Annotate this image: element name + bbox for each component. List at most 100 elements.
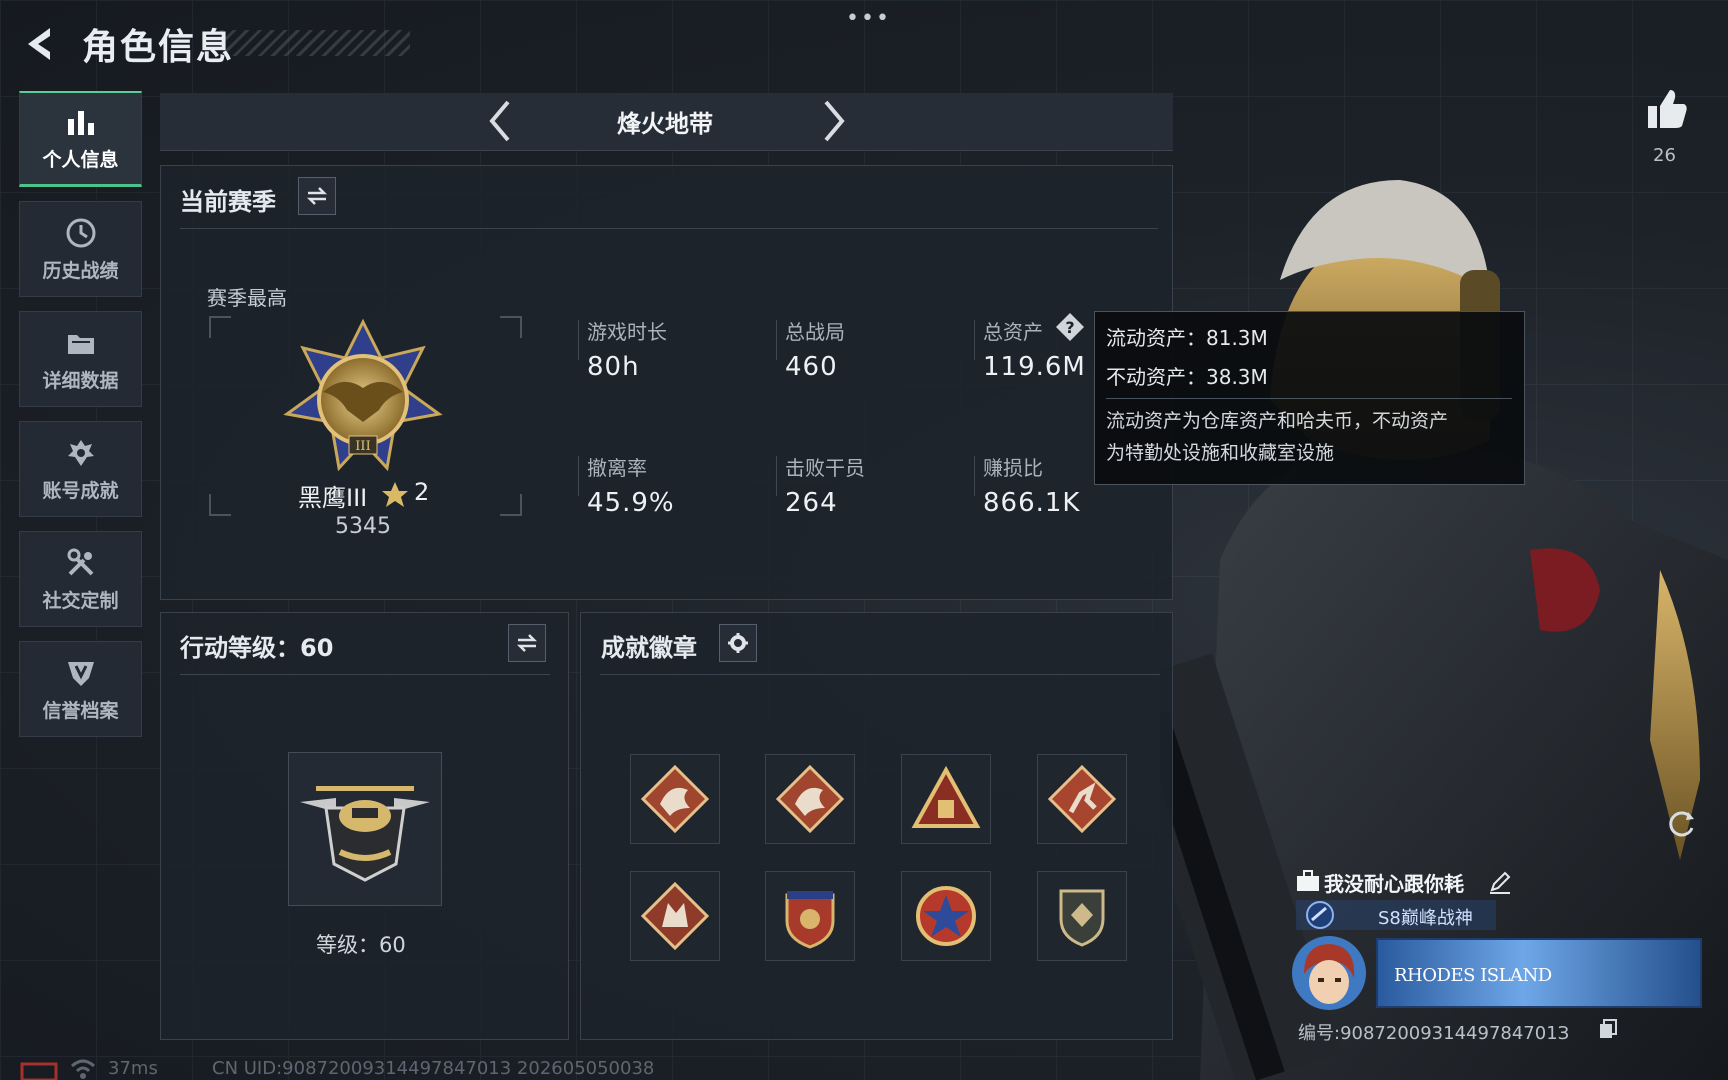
- badge-slot[interactable]: [901, 754, 991, 844]
- shield-emblem-icon: [1059, 889, 1105, 947]
- sidebar-item-label: 个人信息: [42, 149, 119, 171]
- gear-icon: [728, 633, 748, 653]
- stat-label: 游戏时长: [587, 320, 667, 344]
- stat-divider: [974, 320, 975, 360]
- badge-slot[interactable]: [1037, 754, 1127, 844]
- edit-icon[interactable]: [1488, 870, 1512, 894]
- stat-label: 总战局: [785, 320, 845, 344]
- stat-divider: [776, 456, 777, 496]
- badges-settings-button[interactable]: [719, 624, 757, 662]
- dragon-badge-icon: [775, 764, 845, 834]
- sidebar-item-credit-file[interactable]: 信誉档案: [19, 641, 142, 737]
- wifi-icon: [70, 1059, 96, 1079]
- stat-divider: [578, 456, 579, 496]
- stat-divider: [974, 456, 975, 496]
- shield-badge-icon: [67, 661, 94, 686]
- badge-slot[interactable]: [765, 754, 855, 844]
- frame-corner: [500, 316, 522, 338]
- uid-text: CN UID:908720093144978470​13 20260505003…: [212, 1058, 655, 1079]
- sidebar-item-personal-info[interactable]: 个人信息: [19, 91, 142, 187]
- badges-divider: [600, 674, 1160, 675]
- tooltip-liquid-assets: 流动资产：81.3M: [1106, 326, 1268, 350]
- badge-slot[interactable]: [765, 871, 855, 961]
- rank-points: 5345: [335, 514, 391, 539]
- frame-corner: [209, 316, 231, 338]
- rank-name: 黑鹰III: [298, 484, 368, 512]
- back-arrow-icon[interactable]: [18, 22, 62, 66]
- sidebar-item-history[interactable]: 历史战绩: [19, 201, 142, 297]
- folder-icon: [67, 334, 94, 354]
- tooltip-fixed-assets: 不动资产：38.3M: [1106, 365, 1268, 389]
- history-icon: [66, 218, 95, 247]
- sidebar-item-label: 社交定制: [42, 589, 119, 612]
- season-title: 当前赛季: [180, 188, 276, 216]
- player-name: 我没耐心跟你耗: [1324, 872, 1464, 896]
- stat-value: 119.6M: [983, 352, 1086, 382]
- runner-badge-icon: [1047, 764, 1117, 834]
- frame-corner: [500, 494, 522, 516]
- wolf-badge-icon: [640, 881, 710, 951]
- chevron-left-icon[interactable]: [482, 96, 518, 146]
- tooltip-divider: [1106, 398, 1512, 399]
- banner-text: RHODES ISLAND: [1394, 965, 1552, 986]
- stat-label: 撤离率: [587, 456, 647, 480]
- crest-badge-icon: [785, 891, 835, 949]
- svg-text:?: ?: [1065, 318, 1074, 337]
- sidebar-item-label: 信誉档案: [42, 699, 119, 722]
- action-level-divider: [180, 674, 550, 675]
- stat-value: 45.9%: [587, 488, 675, 518]
- tooltip-description-line: 流动资产为仓库资产和哈夫币，不动资产: [1106, 410, 1449, 432]
- season-best-label: 赛季最高: [207, 286, 287, 310]
- like-count: 26: [1653, 145, 1676, 166]
- title-emblem-icon: [1306, 901, 1334, 929]
- season-divider: [180, 228, 1158, 229]
- player-title: S8巅峰战神: [1378, 908, 1473, 929]
- help-icon[interactable]: ?: [1055, 312, 1085, 342]
- stat-value: 80h: [587, 352, 640, 382]
- badge-slot[interactable]: [630, 754, 720, 844]
- sidebar-item-label: 详细数据: [42, 369, 119, 392]
- bar-chart-icon: [67, 111, 94, 135]
- frame-corner: [209, 494, 231, 516]
- stat-divider: [578, 320, 579, 360]
- season-switch-button[interactable]: [298, 177, 336, 215]
- svg-text:III: III: [355, 439, 370, 454]
- title-decoration: [220, 30, 410, 56]
- sidebar-item-label: 历史战绩: [42, 259, 119, 282]
- more-options-icon[interactable]: •••: [846, 6, 891, 31]
- level-caption: 等级：60: [316, 933, 406, 957]
- player-avatar[interactable]: [1290, 934, 1368, 1012]
- device-icon: [20, 1062, 58, 1080]
- page-title: 角色信息: [82, 27, 235, 68]
- sidebar-item-social-custom[interactable]: 社交定制: [19, 531, 142, 627]
- dragon-badge-icon: [640, 764, 710, 834]
- thumbs-up-icon[interactable]: [1644, 86, 1690, 132]
- mode-name: 烽火地带: [617, 110, 713, 138]
- achievement-icon: [67, 439, 94, 466]
- stat-label: 总资产: [983, 320, 1043, 344]
- badge-slot[interactable]: [630, 871, 720, 961]
- stat-divider: [776, 320, 777, 360]
- sidebar-item-achievements[interactable]: 账号成就: [19, 421, 142, 517]
- stat-value: 264: [785, 488, 838, 518]
- briefcase-icon: [1297, 870, 1319, 891]
- copy-icon[interactable]: [1598, 1018, 1618, 1040]
- stat-label: 赚损比: [983, 456, 1043, 480]
- swap-icon: [516, 634, 538, 652]
- rank-emblem-icon: III: [283, 318, 443, 472]
- player-id: 编号:9087200931449784701З: [1298, 1023, 1570, 1044]
- stat-value: 460: [785, 352, 838, 382]
- badge-slot[interactable]: [1037, 871, 1127, 961]
- tools-icon: [67, 548, 93, 575]
- action-level-switch-button[interactable]: [508, 624, 546, 662]
- chevron-right-icon[interactable]: [816, 96, 852, 146]
- refresh-icon[interactable]: [1664, 806, 1698, 840]
- badge-slot[interactable]: [901, 871, 991, 961]
- sidebar-item-detailed-data[interactable]: 详细数据: [19, 311, 142, 407]
- ping-text: 37ms: [108, 1058, 158, 1079]
- star-medal-icon: [916, 886, 976, 946]
- action-level-title: 行动等级：60: [180, 634, 334, 662]
- helicopter-emblem-icon: [300, 786, 430, 882]
- star-icon: [382, 482, 408, 507]
- rank-stars: 2: [414, 478, 430, 506]
